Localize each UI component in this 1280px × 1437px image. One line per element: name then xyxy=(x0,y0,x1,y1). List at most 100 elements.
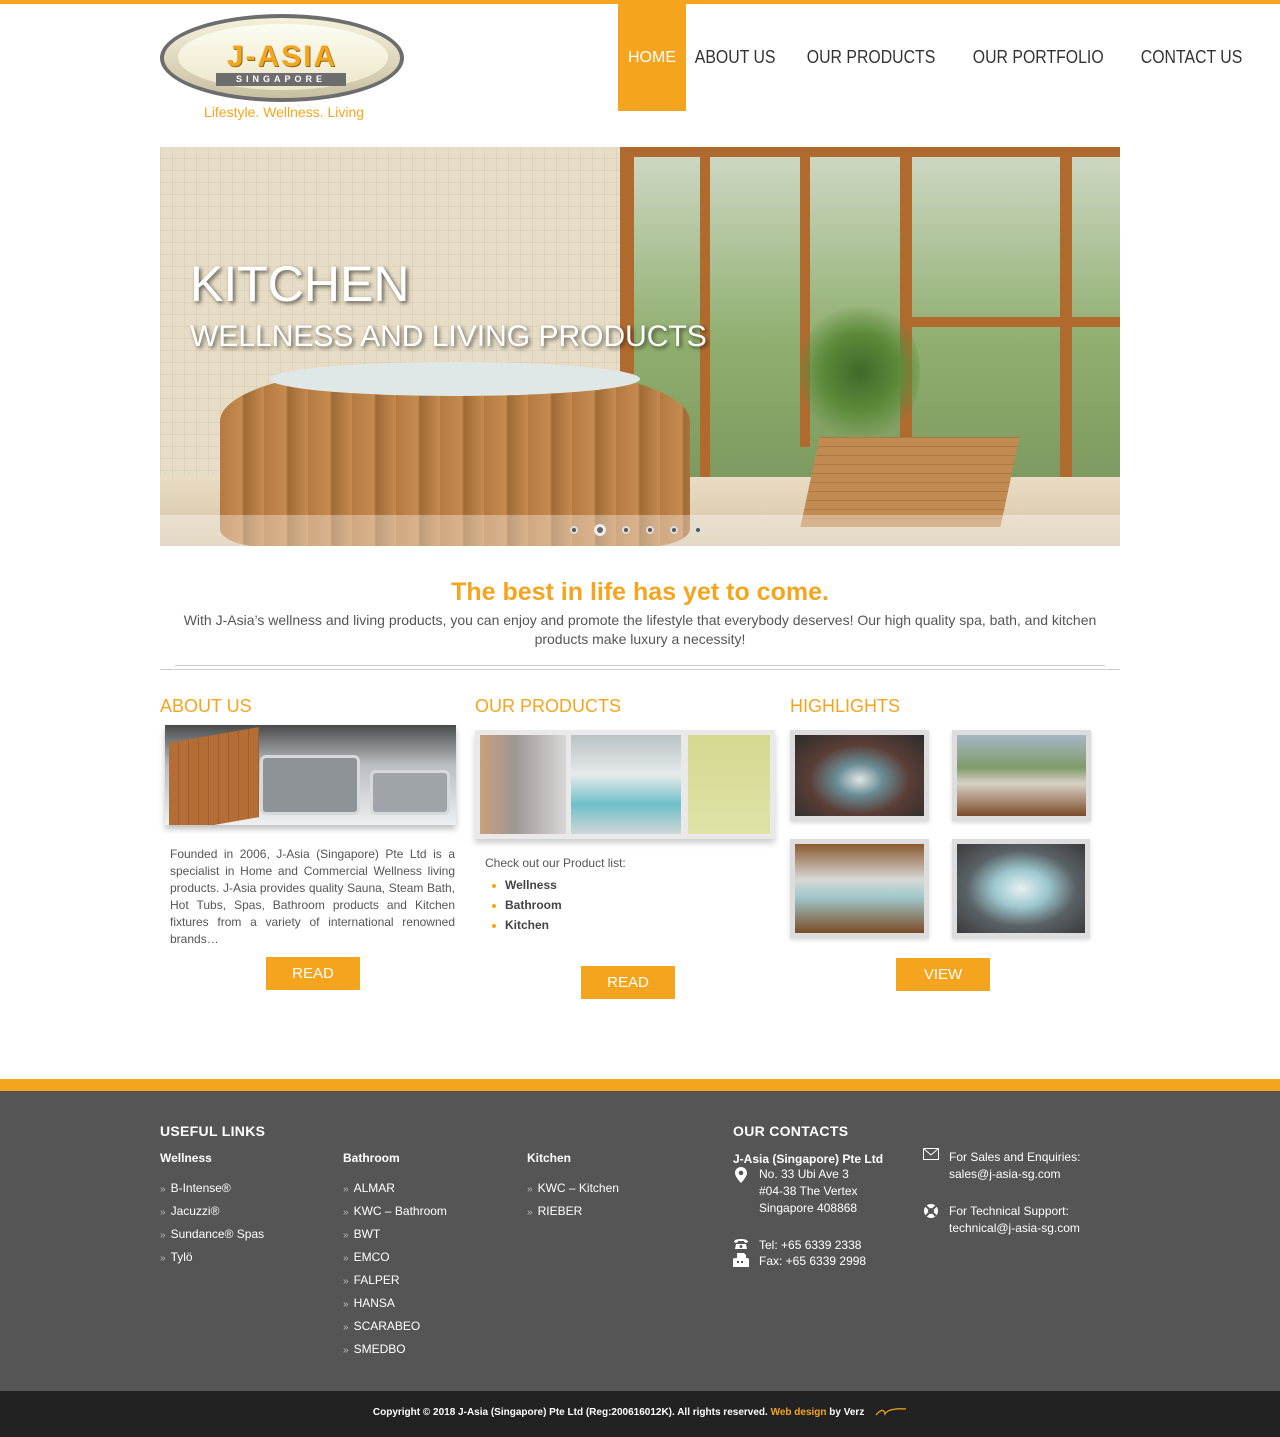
footer-accent-bar xyxy=(0,1079,1280,1091)
footer-link-label: SCARABEO xyxy=(353,1319,421,1333)
divider xyxy=(175,665,1105,666)
footer-link-wellness[interactable]: » Jacuzzi® xyxy=(160,1203,264,1226)
chevron-right-icon: » xyxy=(343,1276,349,1287)
nav-about-us[interactable]: ABOUT US xyxy=(686,4,784,111)
copyright-bar: Copyright © 2018 J-Asia (Singapore) Pte … xyxy=(0,1391,1280,1437)
logo-subtitle: SINGAPORE xyxy=(216,73,346,86)
tech-support-email-link[interactable]: technical@j-asia-sg.com xyxy=(949,1220,1080,1237)
sales-email-link[interactable]: sales@j-asia-sg.com xyxy=(949,1166,1061,1183)
highlight-thumbnail[interactable] xyxy=(952,730,1091,821)
footer-link-label: B-Intense® xyxy=(170,1181,231,1195)
footer: USEFUL LINKS Wellness » B-Intense® » Jacuzz… xyxy=(0,1091,1280,1391)
hero-slider[interactable]: KITCHEN WELLNESS AND LIVING PRODUCTS xyxy=(160,147,1120,546)
design-credit: by Verz xyxy=(829,1407,865,1418)
address-line-2: #04-38 The Vertex xyxy=(759,1184,858,1198)
address-line-3: Singapore 408868 xyxy=(759,1201,858,1215)
highlight-thumbnail[interactable] xyxy=(952,839,1090,938)
highlights-view-more-button[interactable]: VIEW MORE xyxy=(896,958,990,1016)
footer-link-label: HANSA xyxy=(353,1296,395,1310)
footer-kitchen-links: » KWC – Kitchen » RIEBER xyxy=(527,1180,619,1226)
hero-bench xyxy=(800,437,1020,527)
highlight-image xyxy=(957,735,1086,816)
chevron-right-icon: » xyxy=(343,1253,349,1264)
footer-bathroom-links: » ALMAR » KWC – Bathroom » BWT » EMCO » FALPER » HA… xyxy=(343,1180,447,1364)
highlight-thumbnail[interactable] xyxy=(790,730,929,821)
phone-icon xyxy=(733,1237,749,1253)
footer-link-label: ALMAR xyxy=(353,1181,395,1195)
footer-link-label: Sundance® Spas xyxy=(170,1227,265,1241)
our-contacts-heading: OUR CONTACTS xyxy=(733,1123,849,1139)
footer-link-bathroom[interactable]: » FALPER xyxy=(343,1272,447,1295)
telephone: Tel: +65 6339 2338 xyxy=(759,1238,862,1252)
products-image-strip xyxy=(475,730,775,839)
divider xyxy=(160,669,1120,670)
footer-link-bathroom[interactable]: » HANSA xyxy=(343,1295,447,1318)
nav-contact-us[interactable]: CONTACT US xyxy=(1132,4,1251,111)
footer-bathroom-title: Bathroom xyxy=(343,1151,400,1165)
product-item-bathroom[interactable]: Bathroom xyxy=(490,897,562,917)
window-frame xyxy=(700,147,710,477)
about-read-more-button[interactable]: READ MORE xyxy=(266,957,360,1015)
sink-basin xyxy=(260,755,360,815)
footer-link-bathroom[interactable]: » SMEDBO xyxy=(343,1341,447,1364)
slider-pagination xyxy=(570,524,702,536)
footer-link-bathroom[interactable]: » ALMAR xyxy=(343,1180,447,1203)
slider-dot[interactable] xyxy=(570,526,578,534)
hero-tub-water xyxy=(270,362,640,396)
footer-link-wellness[interactable]: » Sundance® Spas xyxy=(160,1226,264,1249)
chevron-right-icon: » xyxy=(160,1207,166,1218)
intro-title: The best in life has yet to come. xyxy=(451,578,829,606)
footer-link-bathroom[interactable]: » BWT xyxy=(343,1226,447,1249)
products-heading: OUR PRODUCTS xyxy=(475,696,622,716)
footer-link-kitchen[interactable]: » KWC – Kitchen xyxy=(527,1180,619,1203)
product-item-kitchen[interactable]: Kitchen xyxy=(490,917,562,937)
chevron-right-icon: » xyxy=(160,1253,166,1264)
fax-icon xyxy=(733,1253,749,1270)
footer-link-label: BWT xyxy=(353,1227,381,1241)
highlights-heading: HIGHLIGHTS xyxy=(790,696,901,716)
slider-dot[interactable] xyxy=(646,526,654,534)
product-image-sauna xyxy=(480,735,566,834)
footer-link-label: KWC – Bathroom xyxy=(353,1204,447,1218)
chevron-right-icon: » xyxy=(160,1184,166,1195)
products-read-more-button[interactable]: READ MORE xyxy=(581,966,675,1024)
footer-link-bathroom[interactable]: » SCARABEO xyxy=(343,1318,447,1341)
products-list: Wellness Bathroom Kitchen xyxy=(490,877,562,937)
copyright-line: Copyright © 2018 J-Asia (Singapore) Pte … xyxy=(0,1407,1280,1418)
footer-kitchen-title: Kitchen xyxy=(527,1151,572,1165)
fax: Fax: +65 6339 2998 xyxy=(759,1254,867,1268)
about-text: Founded in 2006, J-Asia (Singapore) Pte … xyxy=(170,847,455,946)
nav-our-portfolio[interactable]: OUR PORTFOLIO xyxy=(964,4,1112,111)
web-design-link[interactable]: Web design xyxy=(771,1407,827,1418)
slider-dot[interactable] xyxy=(622,526,630,534)
slider-dot[interactable] xyxy=(594,524,606,536)
site-logo[interactable]: J-ASIA SINGAPORE Lifestyle. Wellness. Li… xyxy=(160,14,405,122)
footer-link-wellness[interactable]: » B-Intense® xyxy=(160,1180,264,1203)
footer-link-label: EMCO xyxy=(353,1250,390,1264)
product-item-wellness[interactable]: Wellness xyxy=(490,877,562,897)
nav-our-products[interactable]: OUR PRODUCTS xyxy=(798,4,944,111)
footer-link-label: KWC – Kitchen xyxy=(537,1181,619,1195)
chevron-right-icon: » xyxy=(343,1322,349,1333)
footer-link-wellness[interactable]: » Tylö xyxy=(160,1249,264,1272)
slider-dot[interactable] xyxy=(670,526,678,534)
product-image-spa xyxy=(571,735,681,834)
hero-plant xyxy=(800,297,920,447)
footer-link-kitchen[interactable]: » RIEBER xyxy=(527,1203,619,1226)
footer-wellness-links: » B-Intense® » Jacuzzi® » Sundance® Spas » Tylö xyxy=(160,1180,264,1272)
hero-title: KITCHEN xyxy=(190,256,410,312)
chevron-right-icon: » xyxy=(343,1230,349,1241)
window-frame xyxy=(1060,147,1072,477)
product-image-faucet xyxy=(688,735,770,834)
products-list-label: Check out our Product list: xyxy=(485,856,626,870)
footer-link-label: Tylö xyxy=(170,1250,193,1264)
highlight-thumbnail[interactable] xyxy=(790,839,929,938)
window-frame xyxy=(900,147,912,477)
slider-dot[interactable] xyxy=(694,526,702,534)
footer-link-bathroom[interactable]: » KWC – Bathroom xyxy=(343,1203,447,1226)
footer-link-label: Jacuzzi® xyxy=(170,1204,220,1218)
chevron-right-icon: » xyxy=(527,1207,533,1218)
footer-link-bathroom[interactable]: » EMCO xyxy=(343,1249,447,1272)
chevron-right-icon: » xyxy=(527,1184,533,1195)
nav-home[interactable]: HOME xyxy=(618,4,686,111)
